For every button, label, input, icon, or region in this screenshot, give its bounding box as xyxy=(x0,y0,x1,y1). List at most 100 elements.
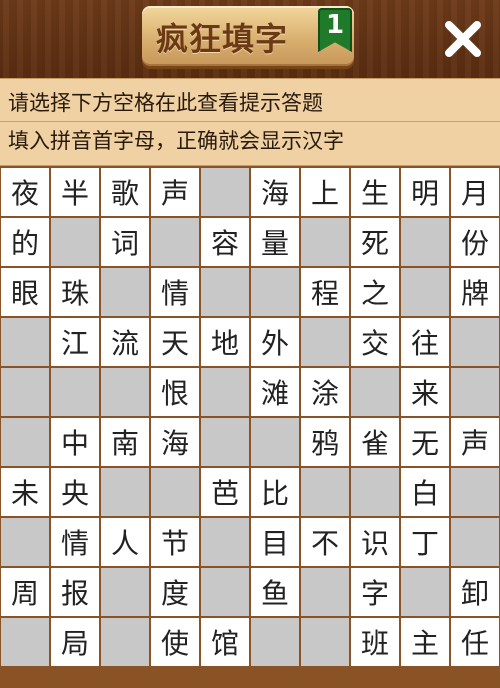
grid-cell[interactable]: 主 xyxy=(401,618,449,666)
grid-cell[interactable]: 的 xyxy=(1,218,49,266)
grid-cell[interactable]: 程 xyxy=(301,268,349,316)
grid-cell[interactable]: 人 xyxy=(101,518,149,566)
grid-cell[interactable]: 牌 xyxy=(451,268,499,316)
grid-cell[interactable]: 鱼 xyxy=(251,568,299,616)
grid-cell[interactable]: 情 xyxy=(151,268,199,316)
grid-cell-empty[interactable] xyxy=(101,468,149,516)
grid-cell-empty[interactable] xyxy=(151,218,199,266)
grid-cell[interactable]: 央 xyxy=(51,468,99,516)
grid-cell[interactable]: 死 xyxy=(351,218,399,266)
grid-cell[interactable]: 馆 xyxy=(201,618,249,666)
grid-cell-empty[interactable] xyxy=(301,468,349,516)
grid-cell[interactable]: 比 xyxy=(251,468,299,516)
grid-cell-empty[interactable] xyxy=(451,518,499,566)
grid-cell[interactable]: 江 xyxy=(51,318,99,366)
grid-cell[interactable]: 上 xyxy=(301,168,349,216)
grid-cell-empty[interactable] xyxy=(351,368,399,416)
grid-cell[interactable]: 流 xyxy=(101,318,149,366)
grid-cell[interactable]: 目 xyxy=(251,518,299,566)
grid-cell-empty[interactable] xyxy=(401,218,449,266)
grid-cell[interactable]: 芭 xyxy=(201,468,249,516)
grid-cell-empty[interactable] xyxy=(451,318,499,366)
grid-cell[interactable]: 生 xyxy=(351,168,399,216)
grid-cell[interactable]: 周 xyxy=(1,568,49,616)
grid-cell-empty[interactable] xyxy=(401,568,449,616)
grid-cell[interactable]: 海 xyxy=(151,418,199,466)
grid-cell[interactable]: 往 xyxy=(401,318,449,366)
grid-cell-empty[interactable] xyxy=(1,318,49,366)
grid-cell[interactable]: 报 xyxy=(51,568,99,616)
grid-cell-empty[interactable] xyxy=(301,218,349,266)
grid-cell-empty[interactable] xyxy=(201,368,249,416)
grid-cell[interactable]: 中 xyxy=(51,418,99,466)
grid-cell-empty[interactable] xyxy=(101,618,149,666)
grid-cell-empty[interactable] xyxy=(201,168,249,216)
grid-cell[interactable]: 情 xyxy=(51,518,99,566)
grid-cell-empty[interactable] xyxy=(451,368,499,416)
grid-cell-empty[interactable] xyxy=(301,318,349,366)
grid-cell-empty[interactable] xyxy=(51,368,99,416)
grid-cell[interactable]: 海 xyxy=(251,168,299,216)
grid-cell-empty[interactable] xyxy=(201,268,249,316)
grid-cell-empty[interactable] xyxy=(251,618,299,666)
grid-cell-empty[interactable] xyxy=(401,268,449,316)
grid-cell[interactable]: 白 xyxy=(401,468,449,516)
grid-cell-empty[interactable] xyxy=(1,518,49,566)
grid-cell[interactable]: 任 xyxy=(451,618,499,666)
grid-cell[interactable]: 使 xyxy=(151,618,199,666)
grid-cell[interactable]: 歌 xyxy=(101,168,149,216)
grid-cell[interactable]: 明 xyxy=(401,168,449,216)
grid-cell-empty[interactable] xyxy=(101,268,149,316)
grid-cell[interactable]: 之 xyxy=(351,268,399,316)
grid-cell[interactable]: 天 xyxy=(151,318,199,366)
grid-cell[interactable]: 声 xyxy=(451,418,499,466)
grid-cell-empty[interactable] xyxy=(51,218,99,266)
grid-cell-empty[interactable] xyxy=(201,418,249,466)
grid-cell[interactable]: 涂 xyxy=(301,368,349,416)
grid-cell[interactable]: 班 xyxy=(351,618,399,666)
grid-cell[interactable]: 来 xyxy=(401,368,449,416)
grid-cell-empty[interactable] xyxy=(251,418,299,466)
grid-cell[interactable]: 量 xyxy=(251,218,299,266)
grid-cell[interactable]: 交 xyxy=(351,318,399,366)
grid-cell[interactable]: 份 xyxy=(451,218,499,266)
grid-cell[interactable]: 南 xyxy=(101,418,149,466)
grid-cell[interactable]: 节 xyxy=(151,518,199,566)
grid-cell[interactable]: 度 xyxy=(151,568,199,616)
grid-cell[interactable]: 卸 xyxy=(451,568,499,616)
grid-cell-empty[interactable] xyxy=(451,468,499,516)
grid-cell-empty[interactable] xyxy=(1,618,49,666)
grid-cell-empty[interactable] xyxy=(251,268,299,316)
grid-cell[interactable]: 月 xyxy=(451,168,499,216)
grid-cell[interactable]: 声 xyxy=(151,168,199,216)
grid-cell[interactable]: 字 xyxy=(351,568,399,616)
grid-cell[interactable]: 局 xyxy=(51,618,99,666)
grid-cell-empty[interactable] xyxy=(351,468,399,516)
grid-cell[interactable]: 鸦 xyxy=(301,418,349,466)
grid-cell-empty[interactable] xyxy=(301,568,349,616)
grid-cell[interactable]: 夜 xyxy=(1,168,49,216)
grid-cell-empty[interactable] xyxy=(1,368,49,416)
grid-cell[interactable]: 未 xyxy=(1,468,49,516)
grid-cell-empty[interactable] xyxy=(201,518,249,566)
grid-cell[interactable]: 雀 xyxy=(351,418,399,466)
grid-cell-empty[interactable] xyxy=(1,418,49,466)
grid-cell[interactable]: 外 xyxy=(251,318,299,366)
grid-cell[interactable]: 容 xyxy=(201,218,249,266)
grid-cell[interactable]: 珠 xyxy=(51,268,99,316)
grid-cell[interactable]: 半 xyxy=(51,168,99,216)
grid-cell[interactable]: 词 xyxy=(101,218,149,266)
grid-cell[interactable]: 识 xyxy=(351,518,399,566)
grid-cell-empty[interactable] xyxy=(101,368,149,416)
grid-cell[interactable]: 恨 xyxy=(151,368,199,416)
grid-cell[interactable]: 地 xyxy=(201,318,249,366)
grid-cell[interactable]: 眼 xyxy=(1,268,49,316)
grid-cell-empty[interactable] xyxy=(101,568,149,616)
grid-cell[interactable]: 不 xyxy=(301,518,349,566)
close-button[interactable] xyxy=(436,12,490,66)
grid-cell-empty[interactable] xyxy=(301,618,349,666)
grid-cell-empty[interactable] xyxy=(151,468,199,516)
grid-cell-empty[interactable] xyxy=(201,568,249,616)
grid-cell[interactable]: 无 xyxy=(401,418,449,466)
grid-cell[interactable]: 滩 xyxy=(251,368,299,416)
